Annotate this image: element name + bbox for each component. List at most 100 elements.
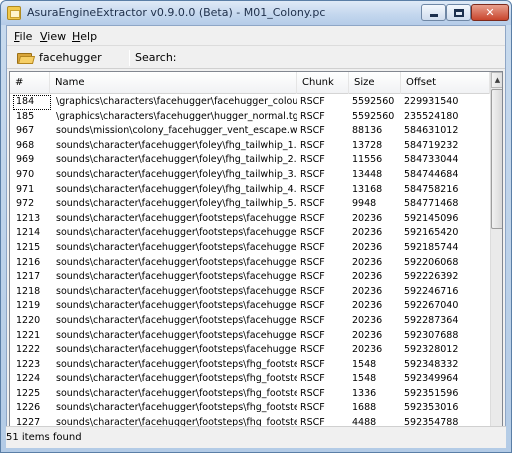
column-header-offset[interactable]: Offset: [401, 72, 490, 94]
column-header-number[interactable]: #: [10, 72, 50, 94]
cell-chunk: RSCF: [300, 139, 325, 151]
window-title: AsuraEngineExtractor v0.9.0.0 (Beta) - M…: [27, 6, 326, 19]
table-row[interactable]: 184 \graphics\characters\facehugger\faceh…: [10, 95, 490, 110]
scroll-thumb[interactable]: [491, 89, 502, 229]
maximize-button[interactable]: [446, 4, 471, 21]
table-row[interactable]: 1215 sounds\character\facehugger\footstep…: [10, 241, 490, 256]
table-row[interactable]: 1220 sounds\character\facehugger\footstep…: [10, 314, 490, 329]
table-row[interactable]: 970 sounds\character\facehugger\foley\fhg…: [10, 168, 490, 183]
cell-name: sounds\character\facehugger\footsteps\fa…: [56, 241, 297, 253]
vertical-scrollbar[interactable]: ▲ ▼: [490, 72, 502, 446]
table-row[interactable]: 969 sounds\character\facehugger\foley\fhg…: [10, 153, 490, 168]
archive-app-icon[interactable]: [7, 6, 21, 20]
cell-number: 1226: [16, 402, 41, 414]
menu-view[interactable]: View: [40, 30, 66, 43]
cell-chunk: RSCF: [300, 183, 325, 195]
cell-chunk: RSCF: [300, 387, 325, 399]
cell-name: sounds\character\facehugger\footsteps\fh…: [56, 402, 297, 414]
menu-file[interactable]: File: [14, 30, 32, 43]
cell-name: sounds\character\facehugger\foley\fhg_ta…: [56, 168, 297, 180]
file-list[interactable]: # Name Chunk Size Offset 184 \graphics\ch…: [9, 71, 503, 447]
cell-offset: 592353016: [404, 402, 459, 414]
cell-name: sounds\character\facehugger\footsteps\fh…: [56, 387, 297, 399]
cell-name: sounds\character\facehugger\footsteps\fa…: [56, 314, 297, 326]
cell-chunk: RSCF: [300, 256, 325, 268]
close-button[interactable]: ✕: [471, 4, 509, 21]
app-window: AsuraEngineExtractor v0.9.0.0 (Beta) - M…: [0, 0, 512, 453]
minimize-button[interactable]: [421, 4, 446, 21]
cell-number: 972: [16, 198, 35, 210]
cell-chunk: RSCF: [300, 198, 325, 210]
cell-offset: 592246716: [404, 285, 459, 297]
table-row[interactable]: 971 sounds\character\facehugger\foley\fhg…: [10, 183, 490, 198]
cell-name: sounds\character\facehugger\footsteps\fa…: [56, 256, 297, 268]
cell-name: sounds\character\facehugger\foley\fhg_ta…: [56, 183, 297, 195]
table-row[interactable]: 1223 sounds\character\facehugger\footstep…: [10, 358, 490, 373]
cell-size: 20236: [352, 212, 383, 224]
column-header-size[interactable]: Size: [349, 72, 401, 94]
cell-name: sounds\character\facehugger\footsteps\fa…: [56, 344, 297, 356]
table-row[interactable]: 1226 sounds\character\facehugger\footstep…: [10, 401, 490, 416]
cell-name: \graphics\characters\facehugger\hugger_n…: [56, 110, 297, 122]
table-row[interactable]: 1222 sounds\character\facehugger\footstep…: [10, 343, 490, 358]
client-area: File View Help facehugger Search: # Name C…: [6, 25, 506, 448]
table-row[interactable]: 1217 sounds\character\facehugger\footstep…: [10, 270, 490, 285]
cell-offset: 592348332: [404, 358, 459, 370]
cell-size: 20236: [352, 300, 383, 312]
table-row[interactable]: 972 sounds\character\facehugger\foley\fhg…: [10, 197, 490, 212]
table-row[interactable]: 1219 sounds\character\facehugger\footstep…: [10, 299, 490, 314]
cell-offset: 592328012: [404, 344, 459, 356]
table-row[interactable]: 967 sounds\mission\colony_facehugger_vent…: [10, 124, 490, 139]
table-row[interactable]: 1225 sounds\character\facehugger\footstep…: [10, 387, 490, 402]
cell-number: 968: [16, 139, 35, 151]
cell-name: sounds\character\facehugger\footsteps\fa…: [56, 227, 297, 239]
maximize-icon: [454, 9, 464, 17]
cell-number: 185: [16, 110, 35, 122]
cell-number: 1219: [16, 300, 41, 312]
cell-name: sounds\character\facehugger\foley\fhg_ta…: [56, 198, 297, 210]
menu-help[interactable]: Help: [72, 30, 97, 43]
cell-number: 1224: [16, 373, 41, 385]
cell-number: 1214: [16, 227, 41, 239]
table-row[interactable]: 968 sounds\character\facehugger\foley\fhg…: [10, 139, 490, 154]
table-row[interactable]: 1218 sounds\character\facehugger\footstep…: [10, 285, 490, 300]
cell-size: 20236: [352, 329, 383, 341]
cell-number: 967: [16, 125, 35, 137]
cell-number: 1217: [16, 271, 41, 283]
filter-input[interactable]: facehugger: [39, 50, 125, 66]
cell-offset: 584631012: [404, 125, 459, 137]
cell-number: 969: [16, 154, 35, 166]
cell-name: sounds\character\facehugger\footsteps\fa…: [56, 329, 297, 341]
folder-front-shape: [17, 56, 36, 64]
cell-number: 1221: [16, 329, 41, 341]
cell-number: 1223: [16, 358, 41, 370]
cell-name: \graphics\characters\facehugger\facehugg…: [56, 96, 297, 107]
cell-offset: 592165420: [404, 227, 459, 239]
column-header-name[interactable]: Name: [50, 72, 297, 94]
cell-name: sounds\character\facehugger\foley\fhg_ta…: [56, 139, 297, 151]
table-row[interactable]: 1213 sounds\character\facehugger\footstep…: [10, 212, 490, 227]
cell-name: sounds\character\facehugger\footsteps\fh…: [56, 358, 297, 370]
cell-size: 20236: [352, 314, 383, 326]
cell-size: 1548: [352, 373, 377, 385]
scroll-up-arrow-icon[interactable]: ▲: [491, 72, 502, 88]
list-header: # Name Chunk Size Offset: [10, 72, 490, 94]
table-row[interactable]: 1214 sounds\character\facehugger\footstep…: [10, 226, 490, 241]
table-row[interactable]: 1221 sounds\character\facehugger\footstep…: [10, 329, 490, 344]
cell-size: 20236: [352, 256, 383, 268]
cell-number: 1215: [16, 241, 41, 253]
table-row[interactable]: 185 \graphics\characters\facehugger\hugge…: [10, 110, 490, 125]
cell-number: 1222: [16, 344, 41, 356]
column-header-chunk[interactable]: Chunk: [297, 72, 349, 94]
cell-number: 1216: [16, 256, 41, 268]
open-folder-icon[interactable]: [17, 51, 36, 64]
cell-size: 20236: [352, 227, 383, 239]
table-row[interactable]: 1224 sounds\character\facehugger\footstep…: [10, 372, 490, 387]
cell-offset: 584771468: [404, 198, 459, 210]
cell-offset: 592226392: [404, 271, 459, 283]
title-bar[interactable]: AsuraEngineExtractor v0.9.0.0 (Beta) - M…: [1, 1, 511, 25]
cell-offset: 592145096: [404, 212, 459, 224]
table-row[interactable]: 1216 sounds\character\facehugger\footstep…: [10, 256, 490, 271]
cell-size: 20236: [352, 271, 383, 283]
cell-offset: 584733044: [404, 154, 459, 166]
